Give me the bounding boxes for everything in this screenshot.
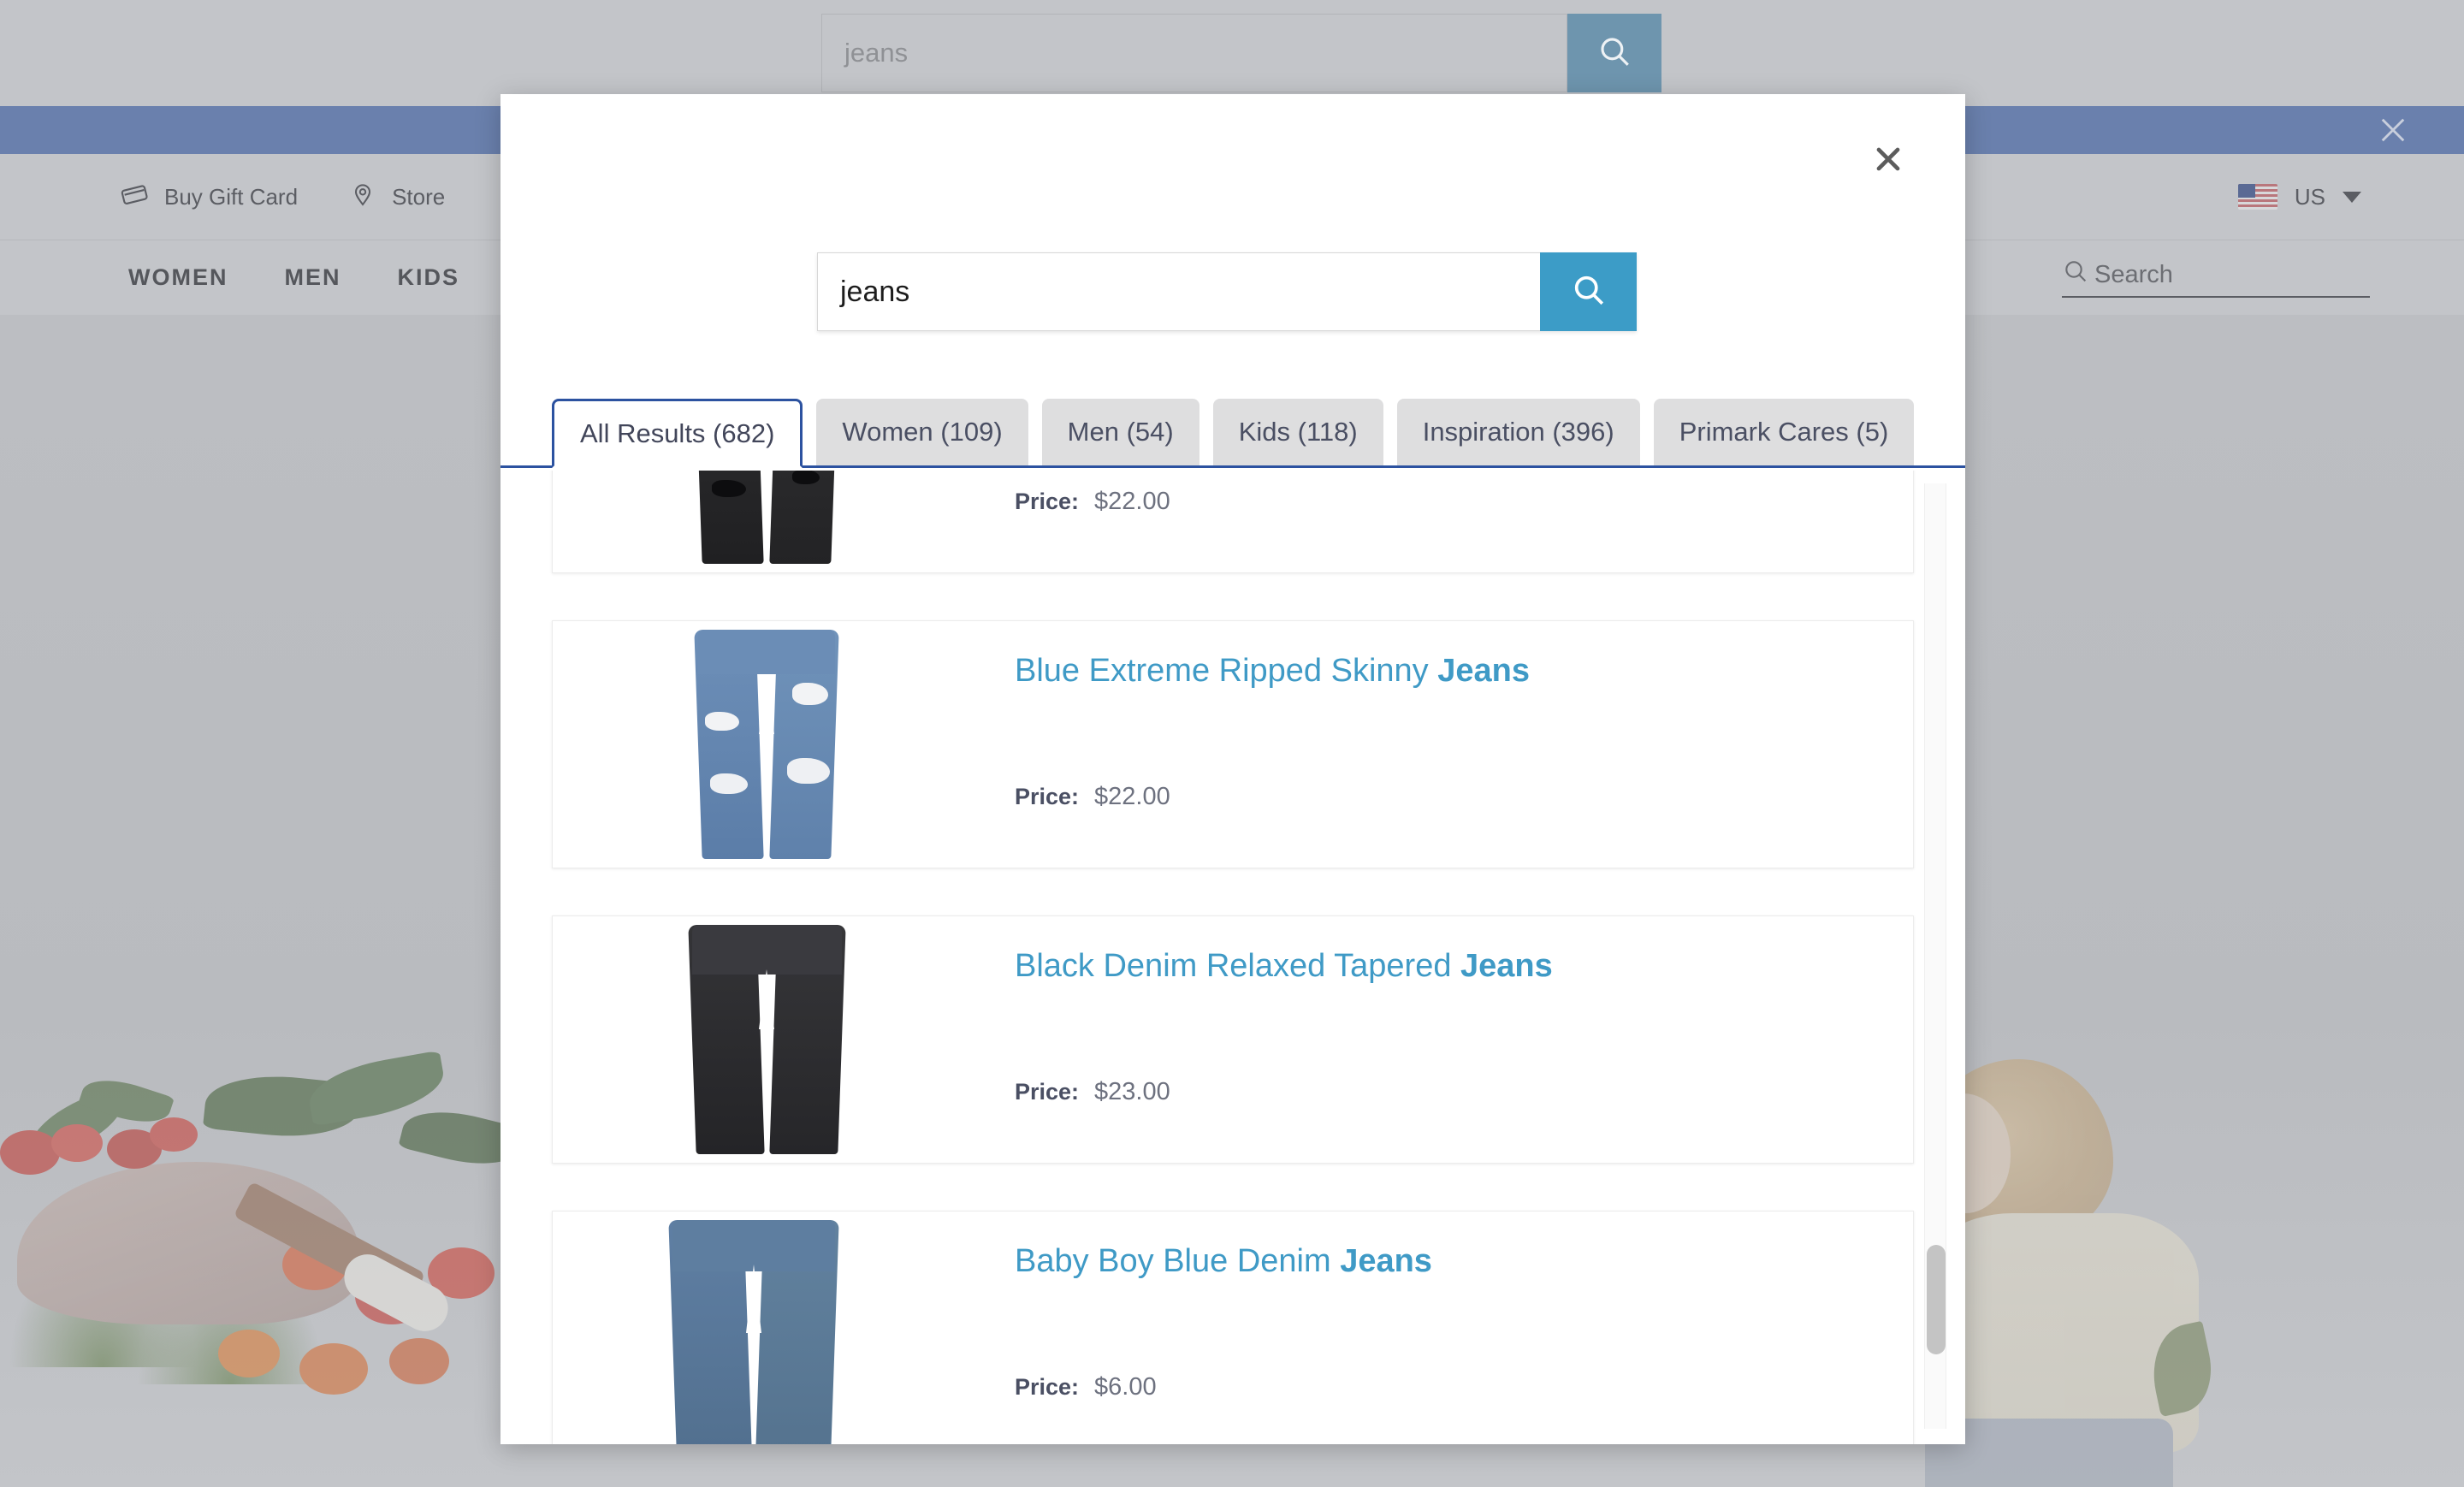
result-details: Baby Boy Blue Denim Jeans Price: $6.00 bbox=[980, 1212, 1913, 1444]
result-details: Black Denim Relaxed Tapered Jeans Price:… bbox=[980, 916, 1913, 1163]
result-price-row: Price: $22.00 bbox=[1015, 488, 1170, 516]
result-title[interactable]: Black Denim Relaxed Tapered Jeans bbox=[1015, 947, 1879, 986]
results-scrollbar-thumb[interactable] bbox=[1927, 1245, 1946, 1354]
search-modal-overlay: jeans All Results (682) Women (109) Men … bbox=[0, 0, 2464, 1487]
price-label: Price: bbox=[1015, 784, 1080, 809]
result-thumbnail bbox=[553, 1212, 980, 1444]
result-tabs: All Results (682) Women (109) Men (54) K… bbox=[500, 398, 1965, 468]
tab-all-results[interactable]: All Results (682) bbox=[552, 399, 803, 468]
black-denim-tapered-jeans-image bbox=[687, 925, 846, 1154]
modal-search-button[interactable] bbox=[1540, 252, 1637, 331]
result-item[interactable]: Black Extreme Ripped Skinny Jeans Price:… bbox=[552, 471, 1914, 573]
search-results-modal: jeans All Results (682) Women (109) Men … bbox=[500, 94, 1965, 1444]
tab-men[interactable]: Men (54) bbox=[1041, 399, 1199, 465]
price-value: $23.00 bbox=[1094, 1078, 1170, 1105]
results-scrollbar-track[interactable] bbox=[1924, 483, 1946, 1429]
search-results-list: Black Extreme Ripped Skinny Jeans Price:… bbox=[500, 471, 1965, 1444]
result-thumbnail bbox=[553, 621, 980, 868]
modal-search-input[interactable]: jeans bbox=[817, 252, 1540, 331]
blue-ripped-skinny-jeans-image bbox=[694, 630, 839, 859]
close-icon bbox=[1869, 140, 1907, 182]
price-label: Price: bbox=[1015, 489, 1080, 514]
result-title-match: Jeans bbox=[1460, 948, 1553, 984]
result-item[interactable]: Blue Extreme Ripped Skinny Jeans Price: … bbox=[552, 620, 1914, 868]
tab-inspiration[interactable]: Inspiration (396) bbox=[1396, 399, 1640, 465]
result-details: Blue Extreme Ripped Skinny Jeans Price: … bbox=[980, 621, 1913, 868]
result-title-plain: Blue Extreme Ripped Skinny bbox=[1015, 653, 1438, 689]
tab-primark-cares[interactable]: Primark Cares (5) bbox=[1653, 399, 1915, 465]
price-value: $6.00 bbox=[1094, 1373, 1157, 1401]
modal-close-button[interactable] bbox=[1864, 137, 1912, 185]
baby-boy-blue-denim-jeans-image bbox=[668, 1220, 839, 1444]
result-price-row: Price: $6.00 bbox=[1015, 1373, 1157, 1401]
result-thumbnail bbox=[553, 916, 980, 1163]
result-item[interactable]: Baby Boy Blue Denim Jeans Price: $6.00 bbox=[552, 1211, 1914, 1444]
price-value: $22.00 bbox=[1094, 783, 1170, 810]
price-value: $22.00 bbox=[1094, 488, 1170, 515]
result-title[interactable]: Baby Boy Blue Denim Jeans bbox=[1015, 1242, 1879, 1282]
result-thumbnail bbox=[553, 471, 980, 572]
price-label: Price: bbox=[1015, 1374, 1080, 1400]
black-ripped-skinny-jeans-image bbox=[694, 471, 839, 564]
search-icon bbox=[1570, 271, 1608, 313]
modal-search-bar: jeans bbox=[817, 252, 1637, 331]
result-title-match: Jeans bbox=[1340, 1243, 1432, 1279]
tab-kids[interactable]: Kids (118) bbox=[1212, 399, 1383, 465]
result-title[interactable]: Blue Extreme Ripped Skinny Jeans bbox=[1015, 652, 1879, 691]
result-title-plain: Baby Boy Blue Denim bbox=[1015, 1243, 1341, 1279]
tab-women[interactable]: Women (109) bbox=[816, 399, 1028, 465]
result-details: Black Extreme Ripped Skinny Jeans Price:… bbox=[980, 471, 1913, 572]
price-label: Price: bbox=[1015, 1079, 1080, 1105]
result-title-match: Jeans bbox=[1437, 653, 1530, 689]
result-price-row: Price: $22.00 bbox=[1015, 783, 1170, 811]
result-item[interactable]: Black Denim Relaxed Tapered Jeans Price:… bbox=[552, 915, 1914, 1164]
results-scroll-content: Black Extreme Ripped Skinny Jeans Price:… bbox=[500, 471, 1965, 1444]
result-title-plain: Black Denim Relaxed Tapered bbox=[1015, 948, 1461, 984]
result-price-row: Price: $23.00 bbox=[1015, 1078, 1170, 1106]
